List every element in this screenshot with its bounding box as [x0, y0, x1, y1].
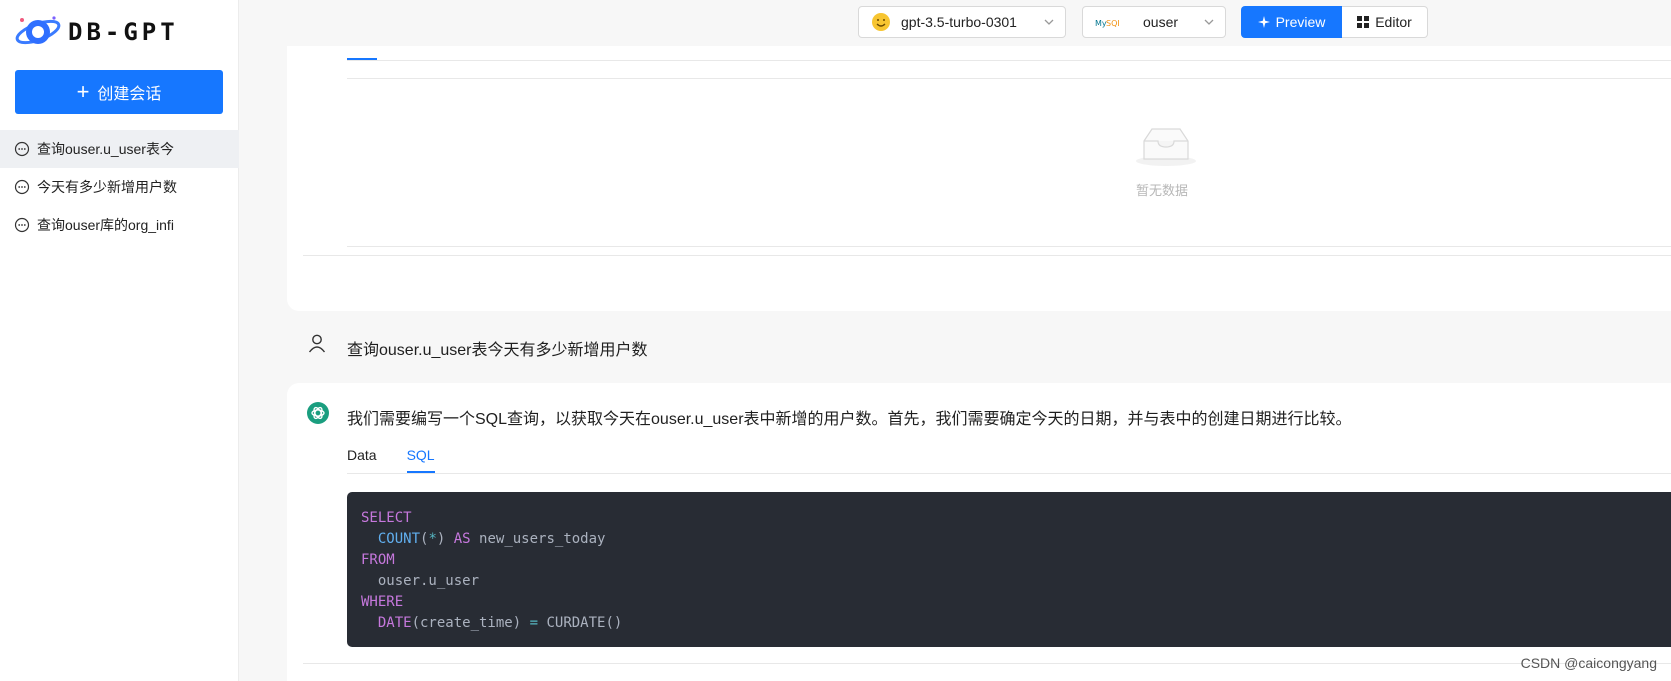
card-divider — [303, 255, 1671, 256]
table-bottom-divider — [347, 246, 1671, 247]
table-header-divider — [347, 78, 1671, 79]
watermark: CSDN @caicongyang — [1520, 655, 1657, 671]
conversation-label: 今天有多少新增用户数 — [37, 179, 177, 195]
chevron-down-icon — [1204, 19, 1214, 25]
user-message-text: 查询ouser.u_user表今天有多少新增用户数 — [347, 342, 648, 359]
user-message: 查询ouser.u_user表今天有多少新增用户数 — [287, 311, 1671, 383]
create-conversation-label: 创建会话 — [97, 86, 162, 103]
top-bar: gpt-3.5-turbo-0301 MySQL ouser Preview E… — [239, 0, 1671, 46]
sparkle-icon — [1257, 16, 1270, 28]
empty-text: 暂无数据 — [1135, 183, 1188, 198]
code-token: ) — [436, 531, 454, 547]
conversation-item[interactable]: 今天有多少新增用户数 — [0, 168, 239, 206]
app-logo[interactable]: DB-GPT — [14, 12, 179, 52]
ai-response-card: 我们需要编写一个SQL查询，以获取今天在ouser.u_user表中新增的用户数… — [287, 383, 1671, 681]
code-token: new_users_today — [470, 531, 606, 547]
chat-bubble-icon — [14, 179, 30, 195]
code-token: ouser.u_user — [377, 573, 480, 589]
preview-button[interactable]: Preview — [1241, 6, 1342, 38]
code-token: (create_time) — [411, 615, 530, 631]
sidebar: DB-GPT + 创建会话 查询ouser.u_user表今 今天有多少新增用户… — [0, 0, 239, 681]
tab-data[interactable]: Data — [347, 441, 377, 473]
create-conversation-button[interactable]: + 创建会话 — [15, 70, 223, 114]
conversation-label: 查询ouser.u_user表今 — [37, 141, 174, 157]
conversation-label: 查询ouser库的org_infi — [37, 217, 174, 233]
sql-code-block[interactable]: SELECT COUNT(*) AS new_users_today FROM … — [347, 492, 1671, 647]
result-tabs: Data SQL — [347, 441, 465, 473]
empty-box-icon — [1136, 128, 1196, 166]
previous-response-card — [287, 0, 1671, 311]
code-token: = — [529, 615, 539, 631]
grid-icon — [1357, 16, 1370, 28]
tab-divider — [347, 473, 1671, 474]
chevron-down-icon — [1044, 19, 1054, 25]
model-emoji-icon — [872, 13, 890, 31]
logo-text: DB-GPT — [68, 18, 179, 46]
user-icon — [308, 334, 326, 353]
code-token: FROM — [361, 552, 395, 568]
code-token: AS — [453, 531, 471, 547]
conversation-item[interactable]: 查询ouser.u_user表今 — [0, 130, 239, 168]
tab-divider — [347, 60, 1671, 61]
empty-state: 暂无数据 — [1134, 125, 1198, 199]
model-select[interactable]: gpt-3.5-turbo-0301 — [858, 6, 1066, 38]
code-token: SELECT — [361, 510, 412, 526]
database-select[interactable]: MySQL ouser — [1082, 6, 1226, 38]
card-divider — [303, 663, 1671, 664]
conversation-item[interactable]: 查询ouser库的org_infi — [0, 206, 239, 244]
tab-sql[interactable]: SQL — [406, 441, 435, 473]
mysql-icon: MySQL — [1095, 19, 1119, 28]
editor-label: Editor — [1375, 14, 1412, 30]
plus-icon: + — [76, 79, 90, 104]
active-tab-indicator — [347, 58, 377, 60]
code-token: DATE — [377, 615, 412, 631]
model-value: gpt-3.5-turbo-0301 — [901, 14, 1017, 30]
svg-text:SQL: SQL — [1106, 19, 1119, 28]
chat-bubble-icon — [14, 217, 30, 233]
code-token: WHERE — [361, 594, 404, 610]
chatgpt-icon — [307, 402, 329, 424]
code-token: * — [428, 531, 437, 547]
code-token: CURDATE() — [538, 615, 623, 631]
logo-icon — [15, 16, 61, 45]
code-token: COUNT — [377, 531, 421, 547]
chat-bubble-icon — [14, 141, 30, 157]
view-toggle: Preview Editor — [1241, 6, 1428, 38]
database-value: ouser — [1143, 14, 1179, 30]
ai-message-text: 我们需要编写一个SQL查询，以获取今天在ouser.u_user表中新增的用户数… — [347, 411, 1352, 428]
preview-label: Preview — [1275, 14, 1326, 30]
editor-button[interactable]: Editor — [1342, 6, 1428, 38]
